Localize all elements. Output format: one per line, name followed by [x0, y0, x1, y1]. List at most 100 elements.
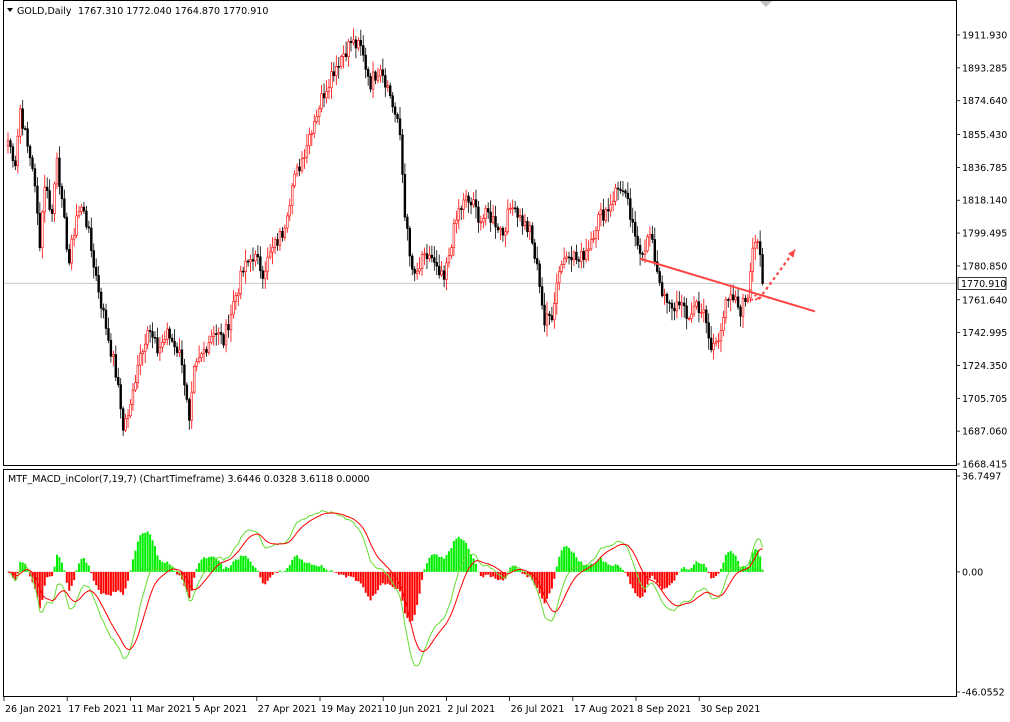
- macd-histogram-bar: [656, 571, 659, 584]
- candle-body: [244, 260, 247, 272]
- candle-body: [486, 208, 490, 213]
- candle-body: [462, 199, 465, 210]
- macd-histogram-bar: [193, 571, 196, 578]
- candle-body: [741, 297, 745, 317]
- macd-histogram-bar: [357, 571, 360, 582]
- macd-histogram-bar: [455, 538, 458, 572]
- candle-body: [232, 300, 235, 315]
- macd-histogram-bar: [435, 554, 438, 572]
- price-tick-label: 1668.415: [962, 460, 1007, 471]
- candle-body: [653, 239, 657, 262]
- macd-histogram-bar: [232, 561, 235, 572]
- macd-histogram-bar: [399, 571, 401, 592]
- macd-histogram-bar: [617, 565, 620, 572]
- candle-body: [472, 199, 475, 206]
- candle-body: [146, 330, 149, 345]
- macd-histogram-bar: [541, 571, 544, 599]
- macd-histogram-bar: [599, 557, 602, 572]
- macd-histogram-bar: [278, 570, 281, 572]
- candle-body: [234, 295, 238, 302]
- candle-body: [256, 254, 260, 258]
- candle-body: [347, 41, 350, 58]
- candle-body: [572, 251, 576, 261]
- candle-body: [371, 71, 375, 90]
- candle-body: [607, 209, 610, 212]
- candle-body: [158, 346, 162, 354]
- candle-body: [313, 121, 316, 134]
- macd-histogram-bar: [90, 571, 93, 574]
- candle-body: [183, 364, 186, 386]
- macd-histogram-bar: [308, 562, 311, 572]
- price-tick-label: 1687.060: [962, 427, 1007, 438]
- candle-body: [518, 215, 522, 218]
- macd-histogram-bar: [702, 563, 705, 572]
- candle-body: [342, 53, 345, 57]
- candle-body: [545, 313, 549, 326]
- macd-histogram-bar: [291, 559, 294, 572]
- macd-histogram-bar: [477, 571, 480, 573]
- candle-body: [90, 227, 93, 251]
- candle-body: [580, 251, 583, 262]
- macd-histogram-bar: [21, 562, 24, 572]
- candle-body: [430, 254, 434, 259]
- candle-body: [237, 293, 240, 296]
- macd-histogram-bar: [658, 571, 661, 587]
- candle-body: [621, 190, 625, 192]
- candle-body: [369, 76, 372, 90]
- candle-body: [690, 313, 693, 319]
- macd-histogram-bar: [546, 571, 548, 599]
- macd-histogram-bar: [239, 555, 242, 572]
- macd-histogram-bar: [487, 571, 490, 575]
- candle-body: [663, 293, 666, 297]
- candle-body: [658, 271, 661, 283]
- candle-body: [604, 209, 608, 221]
- candle-body: [425, 253, 429, 260]
- macd-histogram-bar: [710, 571, 713, 579]
- candle-body: [589, 239, 593, 250]
- macd-histogram-bar: [95, 571, 98, 586]
- macd-histogram-bar: [372, 571, 375, 596]
- time-tick-label: 26 Jul 2021: [511, 704, 565, 715]
- candle-body: [362, 45, 365, 56]
- candle-body: [599, 209, 603, 215]
- candle-body: [72, 235, 76, 240]
- candle-body: [354, 39, 358, 49]
- macd-histogram-bar: [604, 562, 607, 572]
- time-tick-label: 17 Feb 2021: [68, 704, 127, 715]
- candle-body: [45, 186, 49, 192]
- macd-histogram-bar: [46, 571, 49, 578]
- macd-histogram-bar: [440, 556, 443, 572]
- candle-body: [259, 256, 262, 272]
- macd-histogram-bar: [176, 571, 179, 575]
- time-tick-label: 11 Mar 2021: [131, 704, 191, 715]
- candle-body: [77, 211, 81, 217]
- candle-body: [670, 303, 674, 309]
- candle-body: [636, 235, 639, 246]
- macd-histogram-bar: [215, 558, 218, 572]
- macd-histogram-bar: [470, 554, 473, 572]
- candle-body: [161, 342, 164, 348]
- macd-histogram-bar: [144, 532, 147, 572]
- candle-body: [624, 190, 627, 194]
- macd-histogram-bar: [724, 554, 727, 572]
- candle-body: [131, 389, 135, 405]
- candle-body: [283, 227, 287, 238]
- macd-histogram-bar: [48, 571, 51, 577]
- macd-histogram-bar: [92, 571, 95, 581]
- macd-histogram-bar: [271, 571, 274, 576]
- chart-window[interactable]: 1911.930 1893.285 1874.640 1855.430 1836.785…: [0, 0, 1010, 722]
- macd-histogram-bar: [335, 571, 338, 573]
- macd-histogram-bar: [666, 571, 669, 588]
- macd-histogram-bar: [222, 568, 225, 572]
- macd-histogram-bar: [430, 554, 433, 572]
- candle-body: [509, 207, 512, 210]
- candle-body: [239, 270, 242, 294]
- candle-body: [641, 253, 644, 255]
- candle-body: [139, 353, 142, 366]
- macd-histogram-bar: [256, 570, 259, 572]
- candle-body: [249, 259, 252, 262]
- candle-body: [482, 218, 485, 223]
- candle-body: [511, 207, 514, 210]
- macd-histogram-bar: [195, 568, 198, 572]
- macd-histogram-bar: [75, 570, 78, 572]
